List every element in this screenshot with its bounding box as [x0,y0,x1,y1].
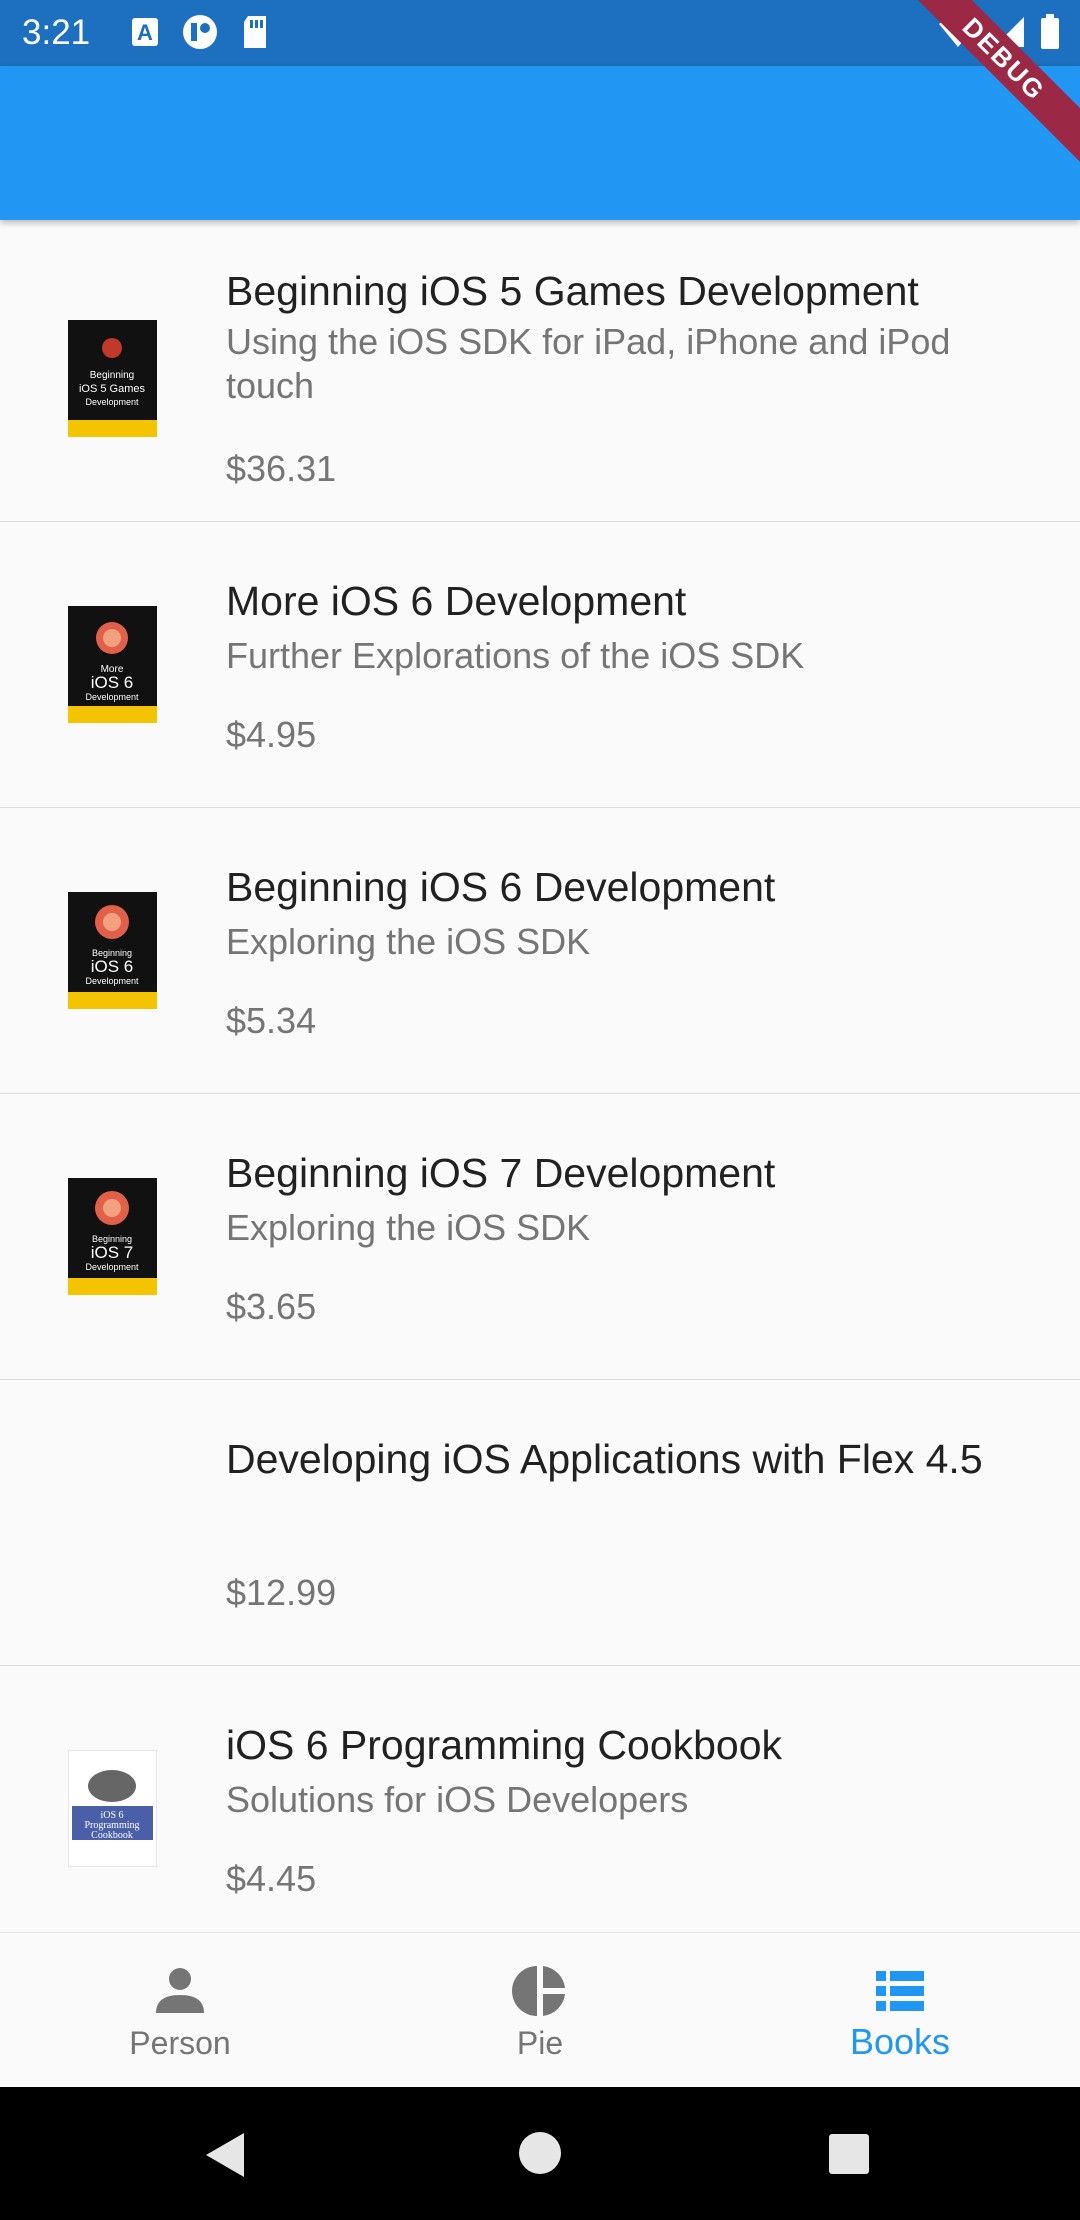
nav-label-books: Books [849,2021,951,2062]
status-time: 3:21 [22,13,91,52]
a-badge-icon: A [132,18,158,46]
recents-icon[interactable] [828,2133,870,2175]
book-list-item[interactable]: Developing iOS Applications with Flex 4.… [0,1380,1080,1666]
book-subtitle: Solutions for iOS Developers [226,1779,689,1820]
svg-text:Development: Development [85,397,139,407]
svg-text:iOS 6: iOS 6 [91,957,134,976]
book-title: Beginning iOS 7 Development [226,1150,776,1196]
book-price: $3.65 [226,1286,317,1327]
home-icon[interactable] [518,2131,562,2175]
status-bar: 3:21 A [0,0,1080,66]
svg-text:iOS 5 Games: iOS 5 Games [79,383,146,395]
circle-app-icon [183,15,217,49]
back-icon[interactable] [204,2131,248,2179]
book-list-item[interactable]: Beginning iOS 7 Development Beginning iO… [0,1094,1080,1380]
svg-text:Development: Development [85,1262,139,1272]
book-list-item[interactable]: Beginning iOS 6 Development Beginning iO… [0,808,1080,1094]
book-title: Beginning iOS 5 Games Development [226,268,919,314]
bottom-navigation: Person Pie Books [0,1932,1080,2088]
system-navigation-bar [0,2087,1080,2220]
book-price: $4.95 [226,714,317,755]
nav-label-person: Person [129,2025,231,2061]
nav-label-pie: Pie [516,2025,564,2061]
book-price: $4.45 [226,1858,317,1899]
list-icon [876,1971,924,2011]
battery-icon [1041,14,1059,49]
book-price: $36.31 [226,448,337,489]
person-icon [156,1968,204,2013]
nav-tab-books[interactable]: Books [720,1933,1080,2088]
book-list-item[interactable]: More iOS 6 Development More iOS 6 Develo… [0,522,1080,808]
book-list-item[interactable]: iOS 6 Programming Cookbook iOS 6 Program… [0,1666,1080,1932]
notification-icons: A [130,14,270,50]
book-cover-ios6-cookbook-icon: iOS 6 Programming Cookbook [68,1750,157,1867]
book-cover-beginning-ios6-icon: Beginning iOS 6 Development [68,892,157,1009]
book-title: Developing iOS Applications with Flex 4.… [226,1436,983,1482]
app-bar [0,66,1080,220]
svg-text:Development: Development [85,976,139,986]
pie-chart-icon [512,1966,565,2016]
nav-tab-person[interactable]: Person [0,1933,360,2088]
book-subtitle: Exploring the iOS SDK [226,921,591,962]
book-subtitle: Using the iOS SDK for iPad, iPhone and i… [226,321,951,406]
book-subtitle: Exploring the iOS SDK [226,1207,591,1248]
svg-text:iOS 6: iOS 6 [91,673,134,692]
svg-text:Cookbook: Cookbook [91,1830,133,1841]
book-list[interactable]: Beginning iOS 5 Games Development Beginn… [0,236,1080,1932]
svg-text:Development: Development [85,692,139,702]
book-subtitle: Further Explorations of the iOS SDK [226,635,805,676]
sd-card-icon [244,16,266,48]
book-cover-beginning-ios7-icon: Beginning iOS 7 Development [68,1178,157,1295]
svg-text:A: A [137,20,153,45]
book-price: $12.99 [226,1572,337,1613]
book-price: $5.34 [226,1000,317,1041]
svg-text:Beginning: Beginning [90,370,134,381]
book-cover-ios5-games-icon: Beginning iOS 5 Games Development [68,320,157,437]
book-title: More iOS 6 Development [226,578,687,624]
book-cover-more-ios6-icon: More iOS 6 Development [68,606,157,723]
book-title: iOS 6 Programming Cookbook [226,1722,783,1768]
nav-tab-pie[interactable]: Pie [360,1933,720,2088]
book-list-item[interactable]: Beginning iOS 5 Games Development Beginn… [0,236,1080,522]
book-title: Beginning iOS 6 Development [226,864,776,910]
svg-text:iOS 7: iOS 7 [91,1243,134,1262]
